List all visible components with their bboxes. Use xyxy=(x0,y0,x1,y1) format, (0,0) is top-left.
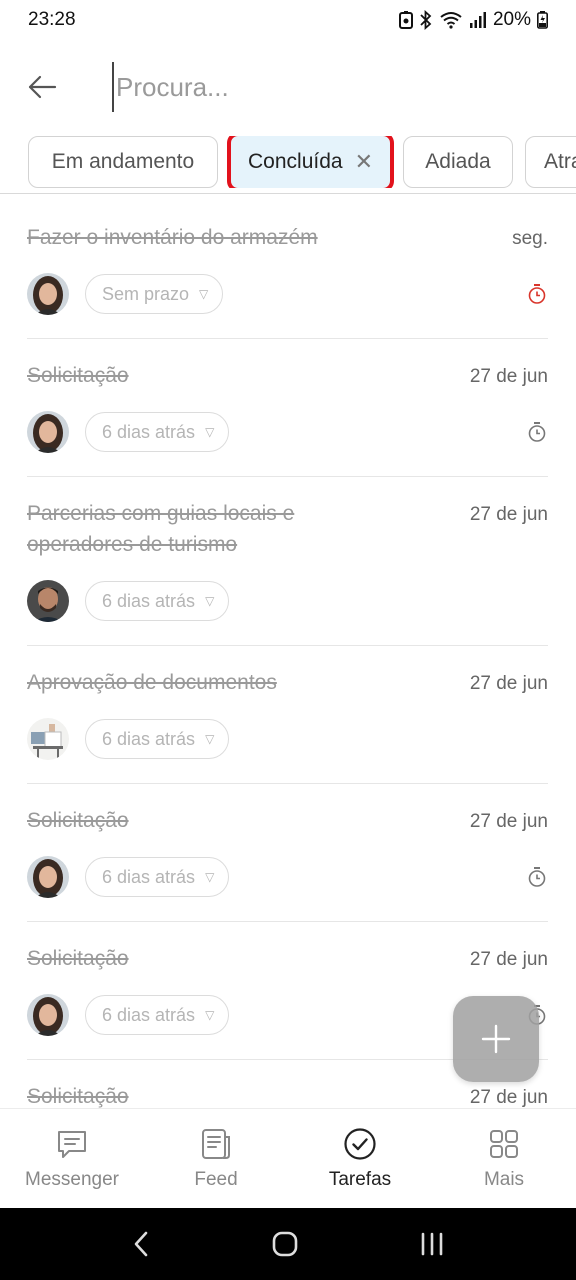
nav-label: Mais xyxy=(483,1169,525,1190)
feed-document-icon xyxy=(202,1129,230,1159)
avatar[interactable] xyxy=(27,273,69,315)
filter-chips: Em andamento Concluída ✕ Adiada Atra xyxy=(0,136,576,188)
add-task-button[interactable] xyxy=(453,996,539,1082)
deadline-button[interactable]: 6 dias atrás ▽ xyxy=(85,995,230,1035)
system-nav-bar xyxy=(0,1208,576,1280)
chevron-down-icon: ▽ xyxy=(205,870,215,884)
deadline-button[interactable]: 6 dias atrás ▽ xyxy=(85,857,230,897)
status-icons: 20% xyxy=(398,9,548,31)
bluetooth-icon xyxy=(420,10,432,30)
avatar[interactable] xyxy=(27,718,69,760)
deadline-label: Sem prazo xyxy=(102,283,190,304)
plus-icon xyxy=(481,1024,511,1054)
avatar-woman-image xyxy=(27,273,69,315)
search-input[interactable] xyxy=(112,62,576,112)
task-title: Solicitação xyxy=(27,809,129,832)
system-recents-icon[interactable] xyxy=(419,1232,445,1256)
close-icon[interactable]: ✕ xyxy=(355,149,373,175)
nav-label: Tarefas xyxy=(328,1169,392,1190)
avatar-woman-image xyxy=(27,411,69,453)
nav-more[interactable]: Mais xyxy=(432,1109,576,1208)
divider xyxy=(27,645,548,646)
nav-feed[interactable]: Feed xyxy=(144,1109,288,1208)
filter-chip-label: Em andamento xyxy=(51,150,195,173)
timer-icon xyxy=(528,867,546,887)
task-title: Solicitação xyxy=(27,364,129,387)
timer-icon xyxy=(528,422,546,442)
arrow-left-icon xyxy=(28,75,57,99)
back-button[interactable] xyxy=(14,59,70,115)
filter-chip-concluida[interactable]: Concluída ✕ xyxy=(227,136,394,188)
filter-chip-label: Concluída xyxy=(248,150,343,173)
divider xyxy=(27,476,548,477)
filter-chip-adiada[interactable]: Adiada xyxy=(403,136,513,188)
chevron-down-icon: ▽ xyxy=(205,1008,215,1022)
status-time: 23:28 xyxy=(28,9,76,30)
divider xyxy=(27,338,548,339)
task-date: 27 de jun xyxy=(469,811,548,832)
deadline-label: 6 dias atrás xyxy=(102,1004,196,1025)
nav-label: Messenger xyxy=(25,1169,119,1190)
divider xyxy=(27,783,548,784)
status-bar: 23:28 20% xyxy=(0,0,576,40)
deadline-button[interactable]: 6 dias atrás ▽ xyxy=(85,719,230,759)
bottom-nav: Messenger Feed Tarefas Mais xyxy=(0,1108,576,1208)
avatar[interactable] xyxy=(27,411,69,453)
task-date: 27 de jun xyxy=(469,949,548,970)
chevron-down-icon: ▽ xyxy=(205,732,215,746)
chevron-down-icon: ▽ xyxy=(199,287,209,301)
battery-level: 20% xyxy=(492,9,531,30)
avatar-woman-image xyxy=(27,856,69,898)
task-date: seg. xyxy=(512,228,548,249)
nav-tasks[interactable]: Tarefas xyxy=(288,1109,432,1208)
grid-icon xyxy=(490,1130,518,1158)
task-date: 27 de jun xyxy=(469,366,548,387)
filter-chip-label: Atra xyxy=(544,150,576,173)
signal-icon xyxy=(469,12,486,28)
battery-charging-icon xyxy=(537,11,548,29)
search-header xyxy=(0,52,576,122)
recycle-notification-icon xyxy=(398,11,413,29)
avatar-man-image xyxy=(27,580,69,622)
deadline-label: 6 dias atrás xyxy=(102,866,196,887)
task-title: Solicitação xyxy=(27,947,129,970)
task-title: Solicitação xyxy=(27,1085,129,1108)
deadline-label: 6 dias atrás xyxy=(102,590,196,611)
task-date: 27 de jun xyxy=(469,673,548,694)
filter-chip-label: Adiada xyxy=(425,150,491,173)
deadline-label: 6 dias atrás xyxy=(102,728,196,749)
task-title: Parcerias com guias locais e operadores … xyxy=(27,502,295,556)
task-title: Aprovação de documentos xyxy=(27,671,277,694)
task-date: 27 de jun xyxy=(469,504,548,525)
task-title: Fazer o inventário do armazém xyxy=(27,226,318,249)
system-back-icon[interactable] xyxy=(131,1230,151,1258)
avatar[interactable] xyxy=(27,580,69,622)
deadline-button[interactable]: Sem prazo ▽ xyxy=(85,274,224,314)
wifi-icon xyxy=(440,12,462,29)
chat-bubble-icon xyxy=(58,1131,86,1158)
deadline-label: 6 dias atrás xyxy=(102,421,196,442)
filter-chip-em-andamento[interactable]: Em andamento xyxy=(28,136,218,188)
system-home-icon[interactable] xyxy=(272,1231,298,1257)
timer-icon xyxy=(528,284,546,304)
filter-chip-atrasada[interactable]: Atra xyxy=(525,136,576,188)
nav-messenger[interactable]: Messenger xyxy=(0,1109,144,1208)
avatar-woman-image xyxy=(27,994,69,1036)
task-list[interactable]: Fazer o inventário do armazém seg. Sem p… xyxy=(0,194,576,1108)
deadline-button[interactable]: 6 dias atrás ▽ xyxy=(85,412,230,452)
deadline-button[interactable]: 6 dias atrás ▽ xyxy=(85,581,230,621)
check-circle-icon xyxy=(344,1128,376,1160)
avatar[interactable] xyxy=(27,994,69,1036)
avatar[interactable] xyxy=(27,856,69,898)
chevron-down-icon: ▽ xyxy=(205,425,215,439)
nav-label: Feed xyxy=(194,1169,238,1190)
divider xyxy=(27,921,548,922)
task-date: 27 de jun xyxy=(469,1087,548,1108)
avatar-office-image xyxy=(27,718,69,760)
chevron-down-icon: ▽ xyxy=(205,594,215,608)
